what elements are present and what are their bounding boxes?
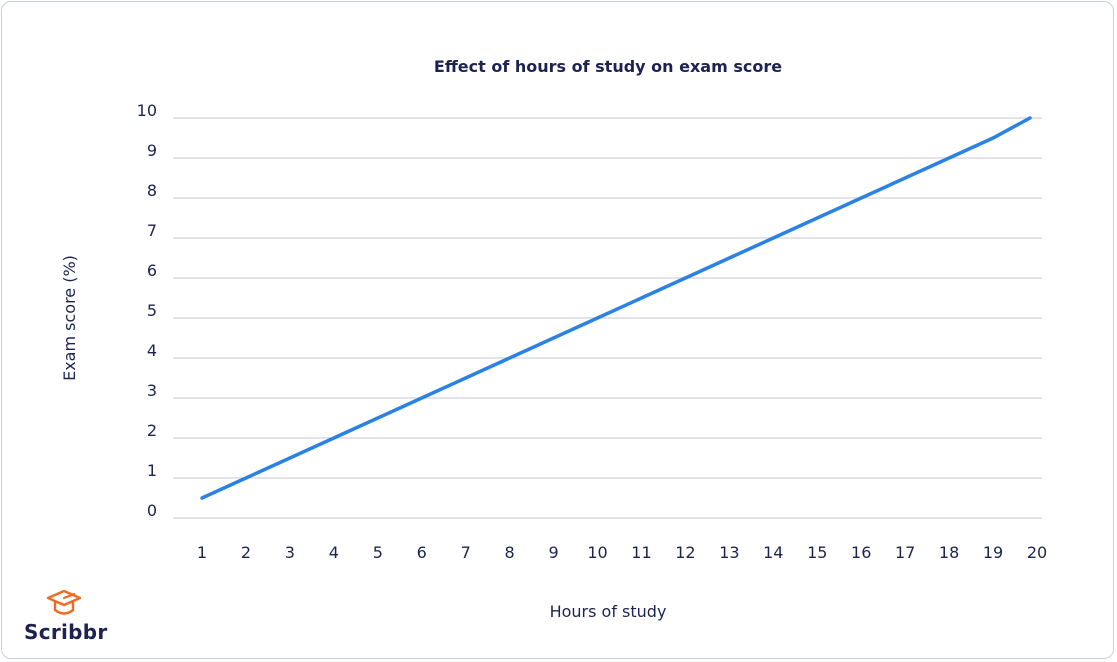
x-tick-label: 15	[807, 543, 827, 562]
x-tick-label: 12	[675, 543, 695, 562]
x-axis-label: Hours of study	[550, 602, 667, 621]
x-tick-label: 16	[851, 543, 871, 562]
x-tick-label: 20	[1027, 543, 1047, 562]
series-line	[200, 116, 1032, 500]
x-tick-label: 10	[587, 543, 607, 562]
x-tick-label: 4	[329, 543, 339, 562]
x-tick-label: 17	[895, 543, 915, 562]
x-axis-ticks: 1 2 3 4 5 6 7 8 9 10 11 12 13 14 15 16 17 18 19 20	[197, 543, 1047, 562]
x-tick-label: 13	[719, 543, 739, 562]
y-tick-label: 3	[147, 381, 157, 400]
y-tick-label: 6	[147, 261, 157, 280]
x-tick-label: 3	[285, 543, 295, 562]
brand-name: Scribbr	[24, 620, 108, 644]
line-chart: Effect of hours of study on exam score 0…	[60, 57, 1047, 621]
gridlines	[173, 117, 1042, 519]
y-tick-label: 2	[147, 421, 157, 440]
chart-title: Effect of hours of study on exam score	[434, 57, 782, 76]
x-tick-label: 5	[373, 543, 383, 562]
y-tick-label: 5	[147, 301, 157, 320]
x-tick-label: 6	[417, 543, 427, 562]
x-tick-label: 9	[548, 543, 558, 562]
y-tick-label: 9	[147, 141, 157, 160]
y-tick-label: 0	[147, 501, 157, 520]
y-tick-label: 1	[147, 461, 157, 480]
graduation-cap-icon	[46, 589, 82, 615]
x-tick-label: 11	[631, 543, 651, 562]
x-tick-label: 8	[505, 543, 515, 562]
y-tick-label: 10	[137, 101, 157, 120]
x-tick-label: 1	[197, 543, 207, 562]
y-tick-label: 8	[147, 181, 157, 200]
y-axis-label: Exam score (%)	[60, 255, 79, 381]
y-tick-label: 7	[147, 221, 157, 240]
x-tick-label: 19	[983, 543, 1003, 562]
x-tick-label: 2	[241, 543, 251, 562]
x-tick-label: 18	[939, 543, 959, 562]
y-axis-ticks: 0 1 2 3 4 5 6 7 8 9 10	[137, 101, 157, 520]
y-tick-label: 4	[147, 341, 157, 360]
series-layer	[200, 116, 1032, 500]
x-tick-label: 7	[461, 543, 471, 562]
x-tick-label: 14	[763, 543, 783, 562]
